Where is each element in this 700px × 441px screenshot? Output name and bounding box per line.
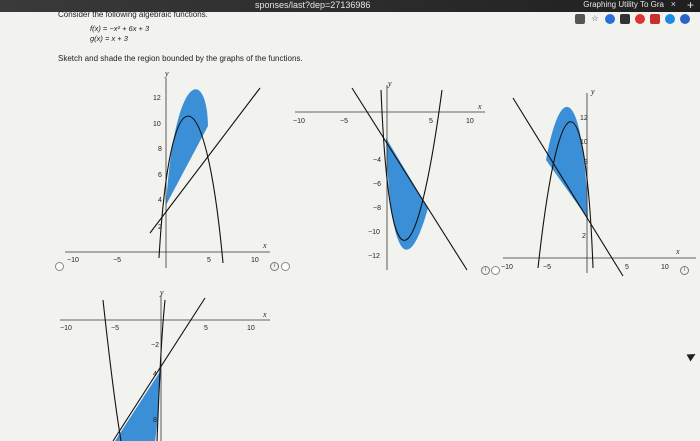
x-tick: −10: [60, 325, 72, 332]
shaded-region: [386, 138, 428, 250]
profile-icon[interactable]: [680, 14, 690, 24]
parabola-curve: [102, 299, 122, 441]
extension-icon[interactable]: [650, 14, 660, 24]
x-tick: 10: [466, 118, 474, 125]
browser-tab-title[interactable]: Graphing Utility To Gra: [583, 0, 664, 9]
share-icon[interactable]: [575, 14, 585, 24]
y-tick: −6: [373, 181, 381, 188]
line-curve: [112, 297, 206, 441]
x-tick: 10: [247, 325, 255, 332]
y-tick: 8: [158, 146, 162, 153]
y-tick: 6: [158, 172, 162, 179]
x-axis-label: x: [262, 310, 267, 319]
y-tick: 2: [158, 224, 162, 231]
x-tick: 5: [207, 257, 211, 264]
y-tick: 8: [153, 417, 157, 424]
graph-option-c[interactable]: −10 −5 5 10 12 10 8 2 x y: [498, 87, 698, 278]
y-axis-label: y: [159, 288, 164, 297]
graph-option-b[interactable]: −10 −5 5 10 −4 −6 −8 −10 −12 x y: [290, 79, 490, 275]
y-tick: 2: [582, 233, 586, 240]
shaded-region: [115, 370, 161, 441]
y-tick: −10: [368, 229, 380, 236]
x-tick: −5: [543, 264, 551, 271]
info-icon[interactable]: i: [270, 262, 279, 271]
y-tick: 12: [153, 95, 161, 102]
function-f-definition: f(x) = −x² + 6x + 3: [90, 24, 150, 33]
x-tick: 5: [625, 264, 629, 271]
mouse-cursor-icon: [686, 350, 698, 362]
extension-icon[interactable]: [605, 14, 615, 24]
question-instruction: Sketch and shade the region bounded by t…: [58, 54, 303, 63]
y-tick: 10: [580, 139, 588, 146]
x-tick: 5: [429, 118, 433, 125]
question-prompt: Consider the following algebraic functio…: [58, 10, 208, 19]
url-fragment[interactable]: sponses/last?dep=27136986: [255, 0, 370, 10]
x-tick: −10: [501, 264, 513, 271]
extension-icon[interactable]: [620, 14, 630, 24]
x-axis-label: x: [477, 102, 482, 111]
info-icon[interactable]: i: [680, 266, 689, 275]
x-tick: −5: [340, 118, 348, 125]
y-tick: −4: [373, 157, 381, 164]
y-tick: 8: [584, 159, 588, 166]
browser-toolbar: ☆: [575, 14, 690, 24]
y-tick: 10: [153, 121, 161, 128]
function-g-definition: g(x) = x + 3: [90, 34, 128, 43]
y-tick: −12: [368, 253, 380, 260]
graph-option-a[interactable]: −10 −5 5 10 12 10 8 6 4 2 x y: [55, 68, 275, 268]
extension-icon[interactable]: [635, 14, 645, 24]
y-tick: −8: [373, 205, 381, 212]
radio-option-a[interactable]: [55, 262, 64, 271]
info-icon[interactable]: i: [481, 266, 490, 275]
star-icon[interactable]: ☆: [590, 14, 600, 24]
x-axis-label: x: [262, 241, 267, 250]
y-tick: 4: [153, 371, 157, 378]
y-axis-label: y: [590, 87, 595, 96]
x-tick: 10: [661, 264, 669, 271]
radio-option-b[interactable]: [281, 262, 290, 271]
y-tick: −2: [151, 342, 159, 349]
x-tick: −10: [293, 118, 305, 125]
graph-option-d[interactable]: −10 −5 5 10 −2 4 8 x y: [55, 288, 275, 441]
x-axis-label: x: [675, 247, 680, 256]
y-axis-label: y: [164, 69, 169, 78]
x-tick: 10: [251, 257, 259, 264]
x-tick: 5: [204, 325, 208, 332]
extension-icon[interactable]: [665, 14, 675, 24]
x-tick: −10: [67, 257, 79, 264]
y-tick: 12: [580, 115, 588, 122]
tab-close-icon[interactable]: ×: [671, 0, 676, 9]
x-tick: −5: [111, 325, 119, 332]
new-tab-icon[interactable]: +: [687, 0, 694, 12]
x-tick: −5: [113, 257, 121, 264]
y-axis-label: y: [387, 79, 392, 88]
y-tick: 4: [158, 197, 162, 204]
